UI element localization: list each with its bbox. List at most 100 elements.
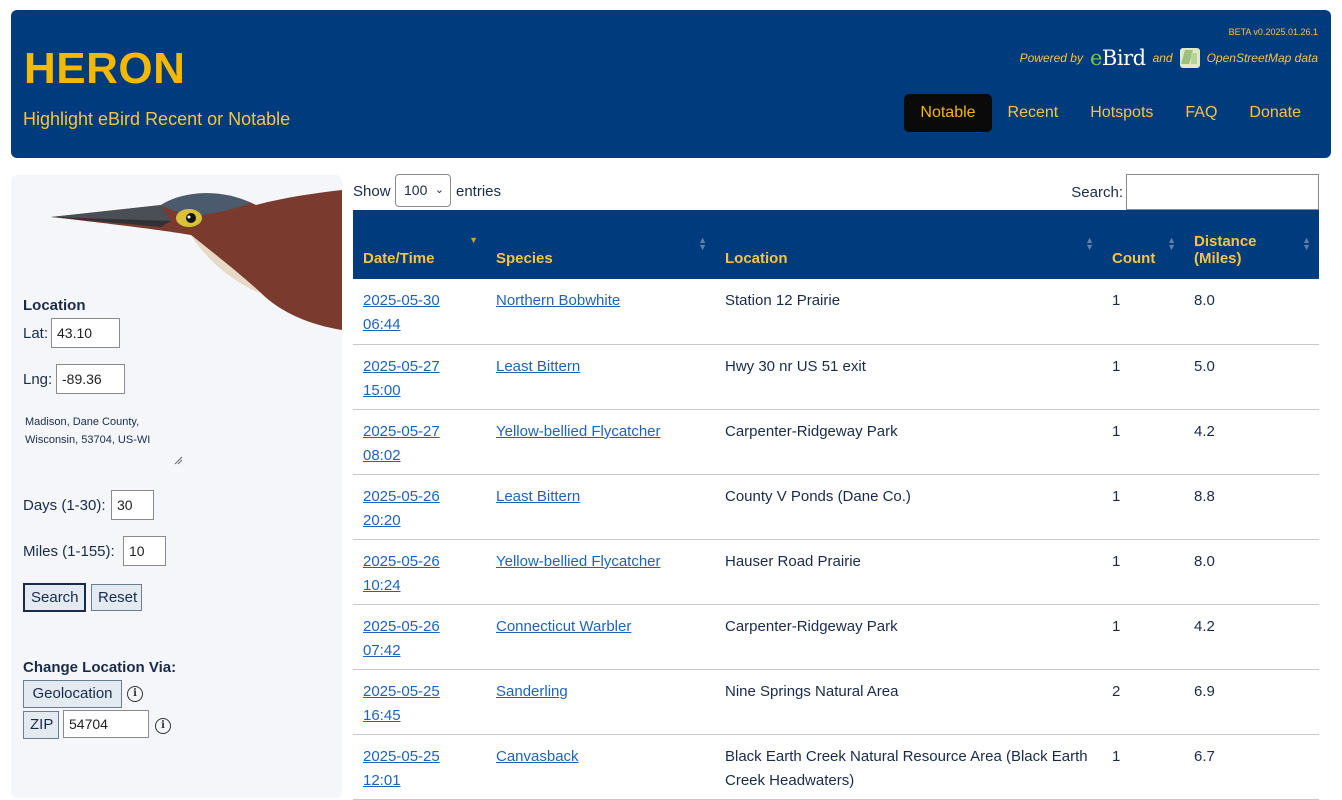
nav-recent[interactable]: Recent — [992, 94, 1075, 132]
species-link[interactable]: Canvasback — [496, 748, 579, 765]
species-link[interactable]: Least Bittern — [496, 488, 580, 505]
geolocation-button[interactable]: Geolocation — [23, 680, 122, 708]
row-time: 06:44 — [363, 316, 401, 333]
table-search-label: Search: — [1071, 184, 1123, 201]
page-size-value: 100 — [404, 182, 428, 198]
column-header-count-label: Count — [1112, 250, 1156, 267]
species-link[interactable]: Sanderling — [496, 683, 568, 700]
column-header-distance-unit: (Miles) — [1194, 250, 1242, 267]
row-location: County V Ponds (Dane Co.) — [715, 474, 1102, 540]
table-controls: Show 100 ⌄ entries Search: — [353, 174, 1319, 210]
checklist-link[interactable]: 2025-05-25 12:01 — [363, 748, 440, 789]
search-button[interactable]: Search — [23, 583, 86, 612]
row-count: 2 — [1102, 669, 1184, 735]
row-count: 1 — [1102, 474, 1184, 540]
row-count: 1 — [1102, 604, 1184, 670]
osm-label[interactable]: OpenStreetMap data — [1207, 51, 1318, 65]
nav-notable[interactable]: Notable — [904, 94, 992, 132]
row-count: 1 — [1102, 344, 1184, 410]
row-time: 08:02 — [363, 446, 401, 464]
main-nav: Notable Recent Hotspots FAQ Donate — [904, 94, 1317, 132]
row-distance: 8.0 — [1184, 279, 1319, 345]
column-header-datetime-label: Date/Time — [363, 250, 435, 267]
row-date: 2025-05-25 — [363, 747, 440, 765]
table-row: 2025-05-26 20:20 Least Bittern County V P… — [353, 474, 1319, 540]
species-link[interactable]: Northern Bobwhite — [496, 292, 620, 309]
table-row: 2025-05-30 06:44 Northern Bobwhite Statio… — [353, 279, 1319, 345]
row-time: 07:42 — [363, 641, 401, 659]
species-link[interactable]: Yellow-bellied Flycatcher — [496, 553, 661, 570]
sort-icon: ▲ ▼ — [698, 235, 707, 252]
address-line-2: Wisconsin, 53704, US-WI — [25, 434, 151, 446]
nav-hotspots[interactable]: Hotspots — [1074, 94, 1169, 132]
checklist-link[interactable]: 2025-05-27 15:00 — [363, 358, 440, 399]
table-search-input[interactable] — [1126, 174, 1319, 210]
row-date: 2025-05-26 — [363, 487, 440, 505]
zip-button[interactable]: ZIP — [23, 711, 59, 739]
page-size-select[interactable]: 100 ⌄ — [395, 174, 451, 207]
days-input[interactable]: 30 — [111, 490, 154, 520]
table-row: 2025-05-26 07:42 Connecticut Warbler Carp… — [353, 604, 1319, 670]
row-count: 1 — [1102, 734, 1184, 800]
column-header-location[interactable]: Location ▲ ▼ — [715, 210, 1102, 279]
column-header-species[interactable]: Species ▲ ▼ — [486, 210, 715, 279]
zip-info-icon[interactable]: i — [155, 718, 171, 734]
days-label: Days (1-30): — [23, 497, 106, 514]
row-date: 2025-05-27 — [363, 357, 440, 375]
address-textarea[interactable]: Madison, Dane County, Wisconsin, 53704, … — [23, 411, 189, 471]
row-location: Hauser Road Prairie — [715, 539, 1102, 605]
row-count: 1 — [1102, 279, 1184, 345]
row-distance: 4.2 — [1184, 604, 1319, 670]
sort-icon: ▲ ▼ — [1167, 235, 1176, 252]
location-title: Location — [23, 297, 86, 314]
row-distance: 6.7 — [1184, 734, 1319, 800]
row-time: 10:24 — [363, 576, 401, 594]
row-distance: 5.0 — [1184, 344, 1319, 410]
column-header-location-label: Location — [725, 250, 788, 267]
ebird-logo[interactable]: eBird — [1090, 46, 1146, 70]
sort-icon: ▲ ▼ — [1302, 235, 1311, 252]
show-label: Show — [353, 183, 391, 200]
checklist-link[interactable]: 2025-05-26 07:42 — [363, 618, 440, 659]
and-label: and — [1152, 51, 1173, 65]
species-link[interactable]: Yellow-bellied Flycatcher — [496, 423, 661, 440]
species-link[interactable]: Least Bittern — [496, 358, 580, 375]
row-date: 2025-05-27 — [363, 422, 440, 440]
nav-donate[interactable]: Donate — [1233, 94, 1317, 132]
checklist-link[interactable]: 2025-05-27 08:02 — [363, 423, 440, 464]
checklist-link[interactable]: 2025-05-26 20:20 — [363, 488, 440, 529]
row-distance: 8.8 — [1184, 474, 1319, 540]
chevron-down-icon: ⌄ — [434, 184, 444, 196]
row-location: Carpenter-Ridgeway Park — [715, 409, 1102, 475]
column-header-distance[interactable]: Distance (Miles) ▲ ▼ — [1184, 210, 1319, 279]
zip-input[interactable]: 54704 — [63, 710, 149, 738]
checklist-link[interactable]: 2025-05-25 16:45 — [363, 683, 440, 724]
miles-label: Miles (1-155): — [23, 543, 115, 560]
site-title[interactable]: HERON — [24, 44, 185, 94]
miles-input[interactable]: 10 — [123, 536, 166, 566]
row-date: 2025-05-30 — [363, 292, 440, 309]
sort-icon: ▲ ▼ — [1085, 235, 1094, 252]
lat-input[interactable]: 43.10 — [51, 318, 120, 348]
geolocation-info-icon[interactable]: i — [127, 686, 143, 702]
species-link[interactable]: Connecticut Warbler — [496, 618, 631, 635]
column-header-species-label: Species — [496, 250, 553, 267]
table-row: 2025-05-27 08:02 Yellow-bellied Flycatche… — [353, 409, 1319, 475]
row-location: Black Earth Creek Natural Resource Area … — [715, 734, 1102, 800]
checklist-link[interactable]: 2025-05-26 10:24 — [363, 553, 440, 594]
entries-label: entries — [456, 183, 502, 200]
change-location-title: Change Location Via: — [23, 659, 177, 676]
row-time: 15:00 — [363, 381, 401, 399]
checklist-link[interactable]: 2025-05-30 06:44 — [363, 292, 440, 333]
resize-handle-icon[interactable] — [174, 456, 183, 465]
table-row: 2025-05-25 16:45 Sanderling Nine Springs … — [353, 669, 1319, 735]
row-count: 1 — [1102, 409, 1184, 475]
reset-button[interactable]: Reset — [91, 584, 142, 611]
column-header-count[interactable]: Count ▲ ▼ — [1102, 210, 1184, 279]
openstreetmap-icon[interactable] — [1179, 48, 1200, 68]
nav-faq[interactable]: FAQ — [1169, 94, 1233, 132]
row-date: 2025-05-25 — [363, 682, 440, 700]
column-header-datetime[interactable]: Date/Time ▼ — [353, 210, 486, 279]
lng-input[interactable]: -89.36 — [56, 364, 125, 394]
lat-label: Lat: — [23, 325, 49, 342]
